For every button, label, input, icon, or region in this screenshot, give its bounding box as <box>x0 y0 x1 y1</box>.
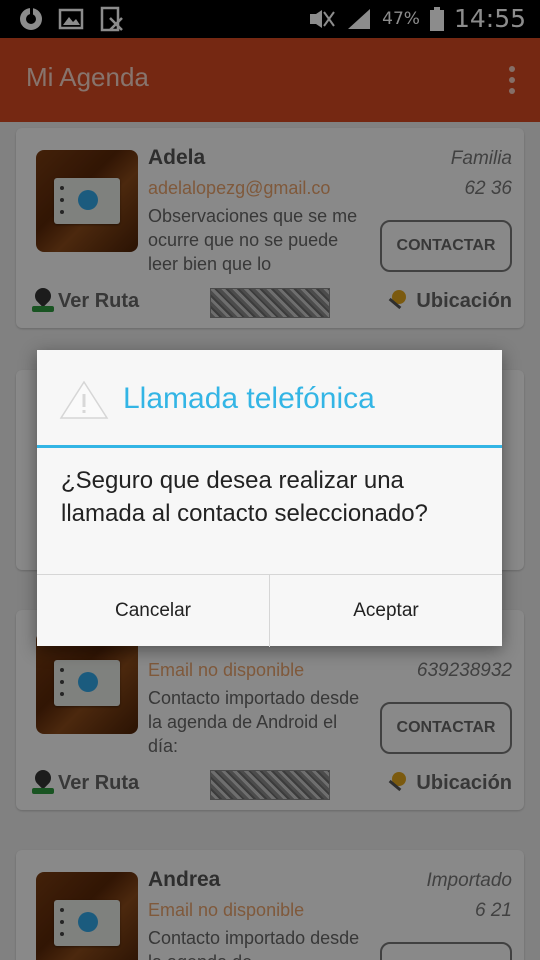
accept-button[interactable]: Aceptar <box>269 575 502 647</box>
dialog-header: Llamada telefónica <box>37 350 502 448</box>
dialog-message: ¿Seguro que desea realizar una llamada a… <box>61 467 428 527</box>
warning-icon <box>59 380 109 419</box>
cancel-button[interactable]: Cancelar <box>37 575 269 647</box>
dialog-title: Llamada telefónica <box>123 382 375 415</box>
dialog-button-bar: Cancelar Aceptar <box>37 574 502 647</box>
call-confirm-dialog: Llamada telefónica ¿Seguro que desea rea… <box>37 350 502 647</box>
